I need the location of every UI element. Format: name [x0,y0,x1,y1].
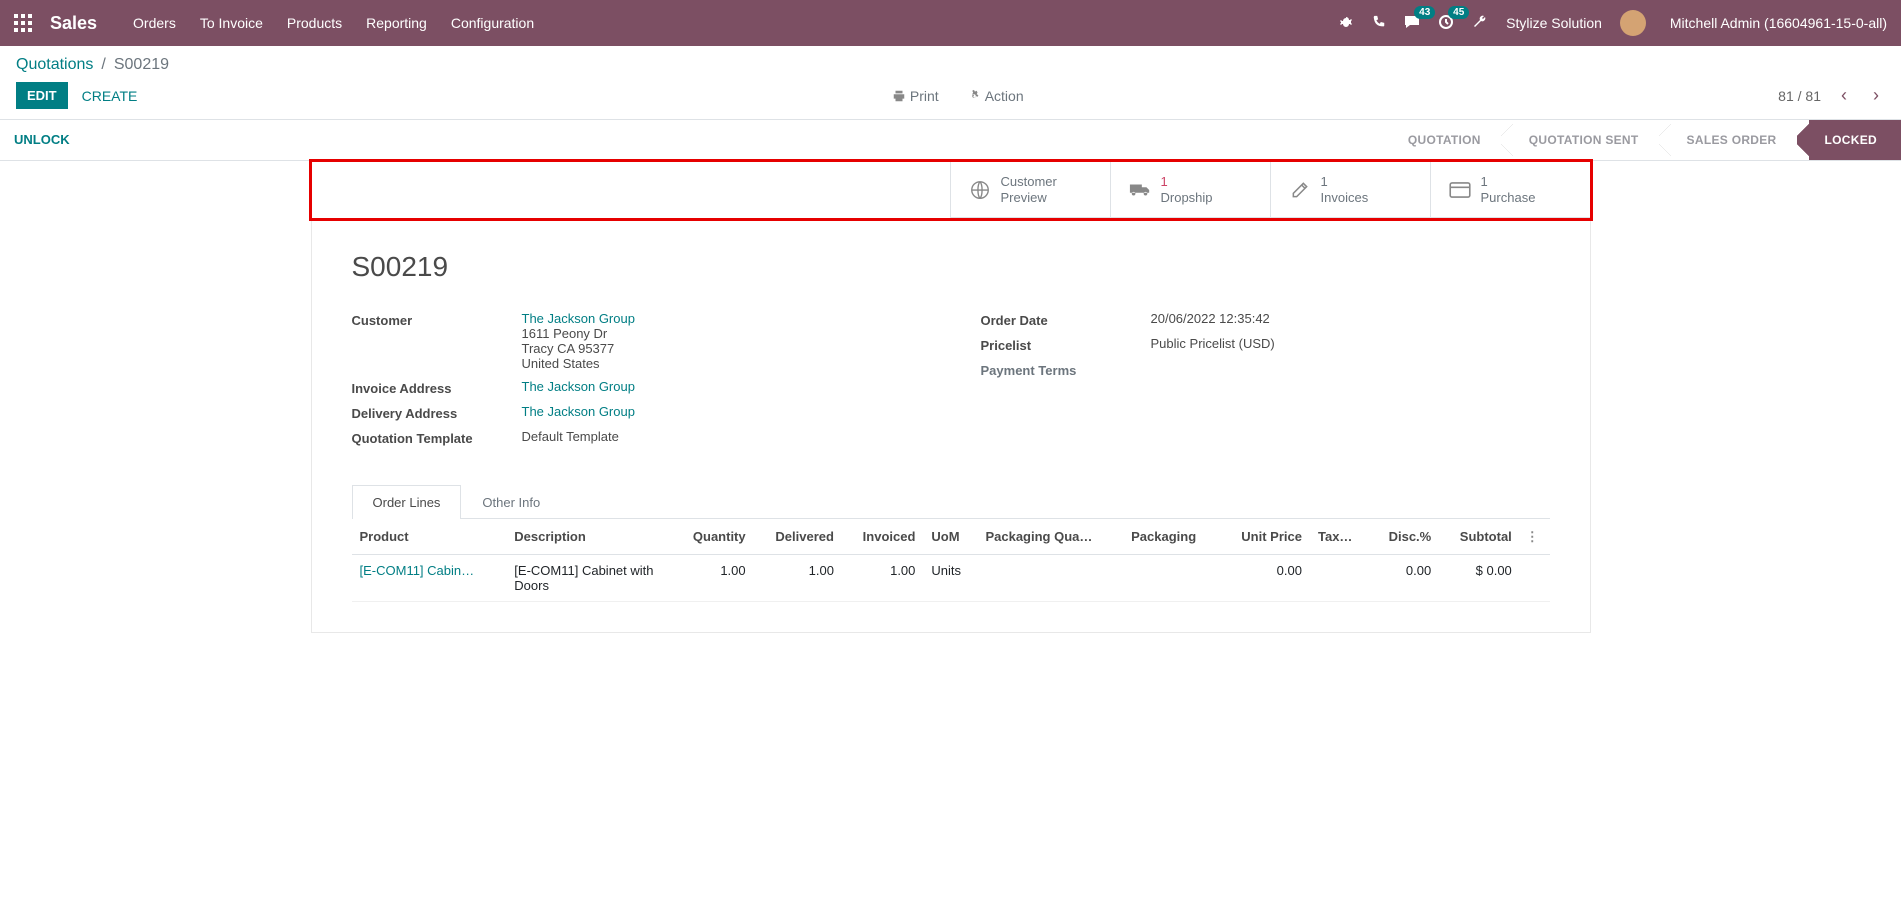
order-date-value: 20/06/2022 12:35:42 [1151,311,1270,326]
action-button[interactable]: Action [967,88,1024,104]
cell-price: 0.00 [1219,555,1310,602]
stage-locked[interactable]: LOCKED [1797,120,1901,160]
cell-product[interactable]: [E-COM11] Cabin… [360,563,475,578]
edit-button[interactable]: EDIT [16,82,68,109]
apps-icon[interactable] [14,14,32,32]
menu-products[interactable]: Products [287,15,342,31]
pricelist-value: Public Pricelist (USD) [1151,336,1275,351]
order-lines-table: Product Description Quantity Delivered I… [352,519,1550,602]
cell-inv: 1.00 [842,555,923,602]
stat-label: Invoices [1321,190,1369,206]
label-delivery-address: Delivery Address [352,404,522,421]
addr-line: 1611 Peony Dr [522,326,635,341]
print-button[interactable]: Print [892,88,939,104]
cell-desc: [E-COM11] Cabinet with Doors [506,555,672,602]
cell-tax [1310,555,1370,602]
page-title: S00219 [352,251,1550,283]
avatar[interactable] [1620,10,1646,36]
bug-icon[interactable] [1338,14,1354,33]
stat-label: Customer [1001,174,1057,190]
stat-count: 1 [1321,174,1369,190]
prev-button[interactable]: ‹ [1835,85,1853,106]
phone-icon[interactable] [1372,15,1386,32]
create-button[interactable]: CREATE [82,88,138,104]
quotation-template-value: Default Template [522,429,619,444]
breadcrumb-sep: / [101,56,105,74]
th-uom[interactable]: UoM [923,519,977,555]
stat-invoices[interactable]: 1Invoices [1270,162,1430,218]
label-pricelist: Pricelist [981,336,1151,353]
breadcrumb-root[interactable]: Quotations [16,56,93,74]
breadcrumb-leaf: S00219 [114,56,169,74]
menu-configuration[interactable]: Configuration [451,15,534,31]
tab-other-info[interactable]: Other Info [461,485,561,519]
addr-line: United States [522,356,635,371]
cell-disc: 0.00 [1370,555,1439,602]
th-unit-price[interactable]: Unit Price [1219,519,1310,555]
breadcrumb: Quotations / S00219 [0,46,1901,74]
globe-icon [969,179,991,201]
th-quantity[interactable]: Quantity [672,519,753,555]
label-order-date: Order Date [981,311,1151,328]
stage-sales-order[interactable]: SALES ORDER [1659,120,1797,160]
menu-reporting[interactable]: Reporting [366,15,427,31]
cell-pkg [1123,555,1219,602]
stat-customer-preview[interactable]: CustomerPreview [950,162,1110,218]
truck-icon [1129,179,1151,201]
th-invoiced[interactable]: Invoiced [842,519,923,555]
unlock-button[interactable]: UNLOCK [0,120,84,160]
clock-badge: 45 [1448,6,1469,19]
label-customer: Customer [352,311,522,328]
edit-icon [1289,179,1311,201]
th-packaging[interactable]: Packaging [1123,519,1219,555]
user-name[interactable]: Mitchell Admin (16604961-15-0-all) [1670,15,1887,31]
highlight-box: CustomerPreview 1Dropship 1Invoices 1Pur… [309,159,1593,221]
stat-count: 1 [1161,174,1213,190]
th-delivered[interactable]: Delivered [754,519,842,555]
card-icon [1449,179,1471,201]
label-quotation-template: Quotation Template [352,429,522,446]
pager: 81 / 81 [1778,88,1821,104]
stat-label: Dropship [1161,190,1213,206]
stat-sub: Preview [1001,190,1057,206]
delivery-address-link[interactable]: The Jackson Group [522,404,635,419]
chat-badge: 43 [1414,6,1435,19]
th-packaging-qty[interactable]: Packaging Qua… [977,519,1123,555]
clock-icon[interactable]: 45 [1438,14,1454,33]
menu-orders[interactable]: Orders [133,15,176,31]
cell-sub: $ 0.00 [1439,555,1520,602]
main-menu: Orders To Invoice Products Reporting Con… [133,15,1320,31]
brand[interactable]: Sales [50,13,97,34]
stat-label: Purchase [1481,190,1536,206]
wrench-icon[interactable] [1472,14,1488,33]
menu-to-invoice[interactable]: To Invoice [200,15,263,31]
company-name[interactable]: Stylize Solution [1506,15,1602,31]
label-payment-terms: Payment Terms [981,361,1151,378]
next-button[interactable]: › [1867,85,1885,106]
cell-pqty [977,555,1123,602]
th-tax[interactable]: Tax… [1310,519,1370,555]
tab-order-lines[interactable]: Order Lines [352,485,462,519]
th-disc[interactable]: Disc.% [1370,519,1439,555]
table-row[interactable]: [E-COM11] Cabin… [E-COM11] Cabinet with … [352,555,1550,602]
cell-del: 1.00 [754,555,842,602]
th-more-icon[interactable]: ⋮ [1520,519,1550,555]
cell-uom: Units [923,555,977,602]
stat-dropship[interactable]: 1Dropship [1110,162,1270,218]
chat-icon[interactable]: 43 [1404,14,1420,33]
th-subtotal[interactable]: Subtotal [1439,519,1520,555]
invoice-address-link[interactable]: The Jackson Group [522,379,635,394]
stat-count: 1 [1481,174,1536,190]
th-description[interactable]: Description [506,519,672,555]
stage-quotation-sent[interactable]: QUOTATION SENT [1501,120,1659,160]
label-invoice-address: Invoice Address [352,379,522,396]
customer-link[interactable]: The Jackson Group [522,311,635,326]
cell-qty: 1.00 [672,555,753,602]
stage-quotation[interactable]: QUOTATION [1380,120,1501,160]
th-product[interactable]: Product [352,519,507,555]
addr-line: Tracy CA 95377 [522,341,635,356]
stat-purchase[interactable]: 1Purchase [1430,162,1590,218]
